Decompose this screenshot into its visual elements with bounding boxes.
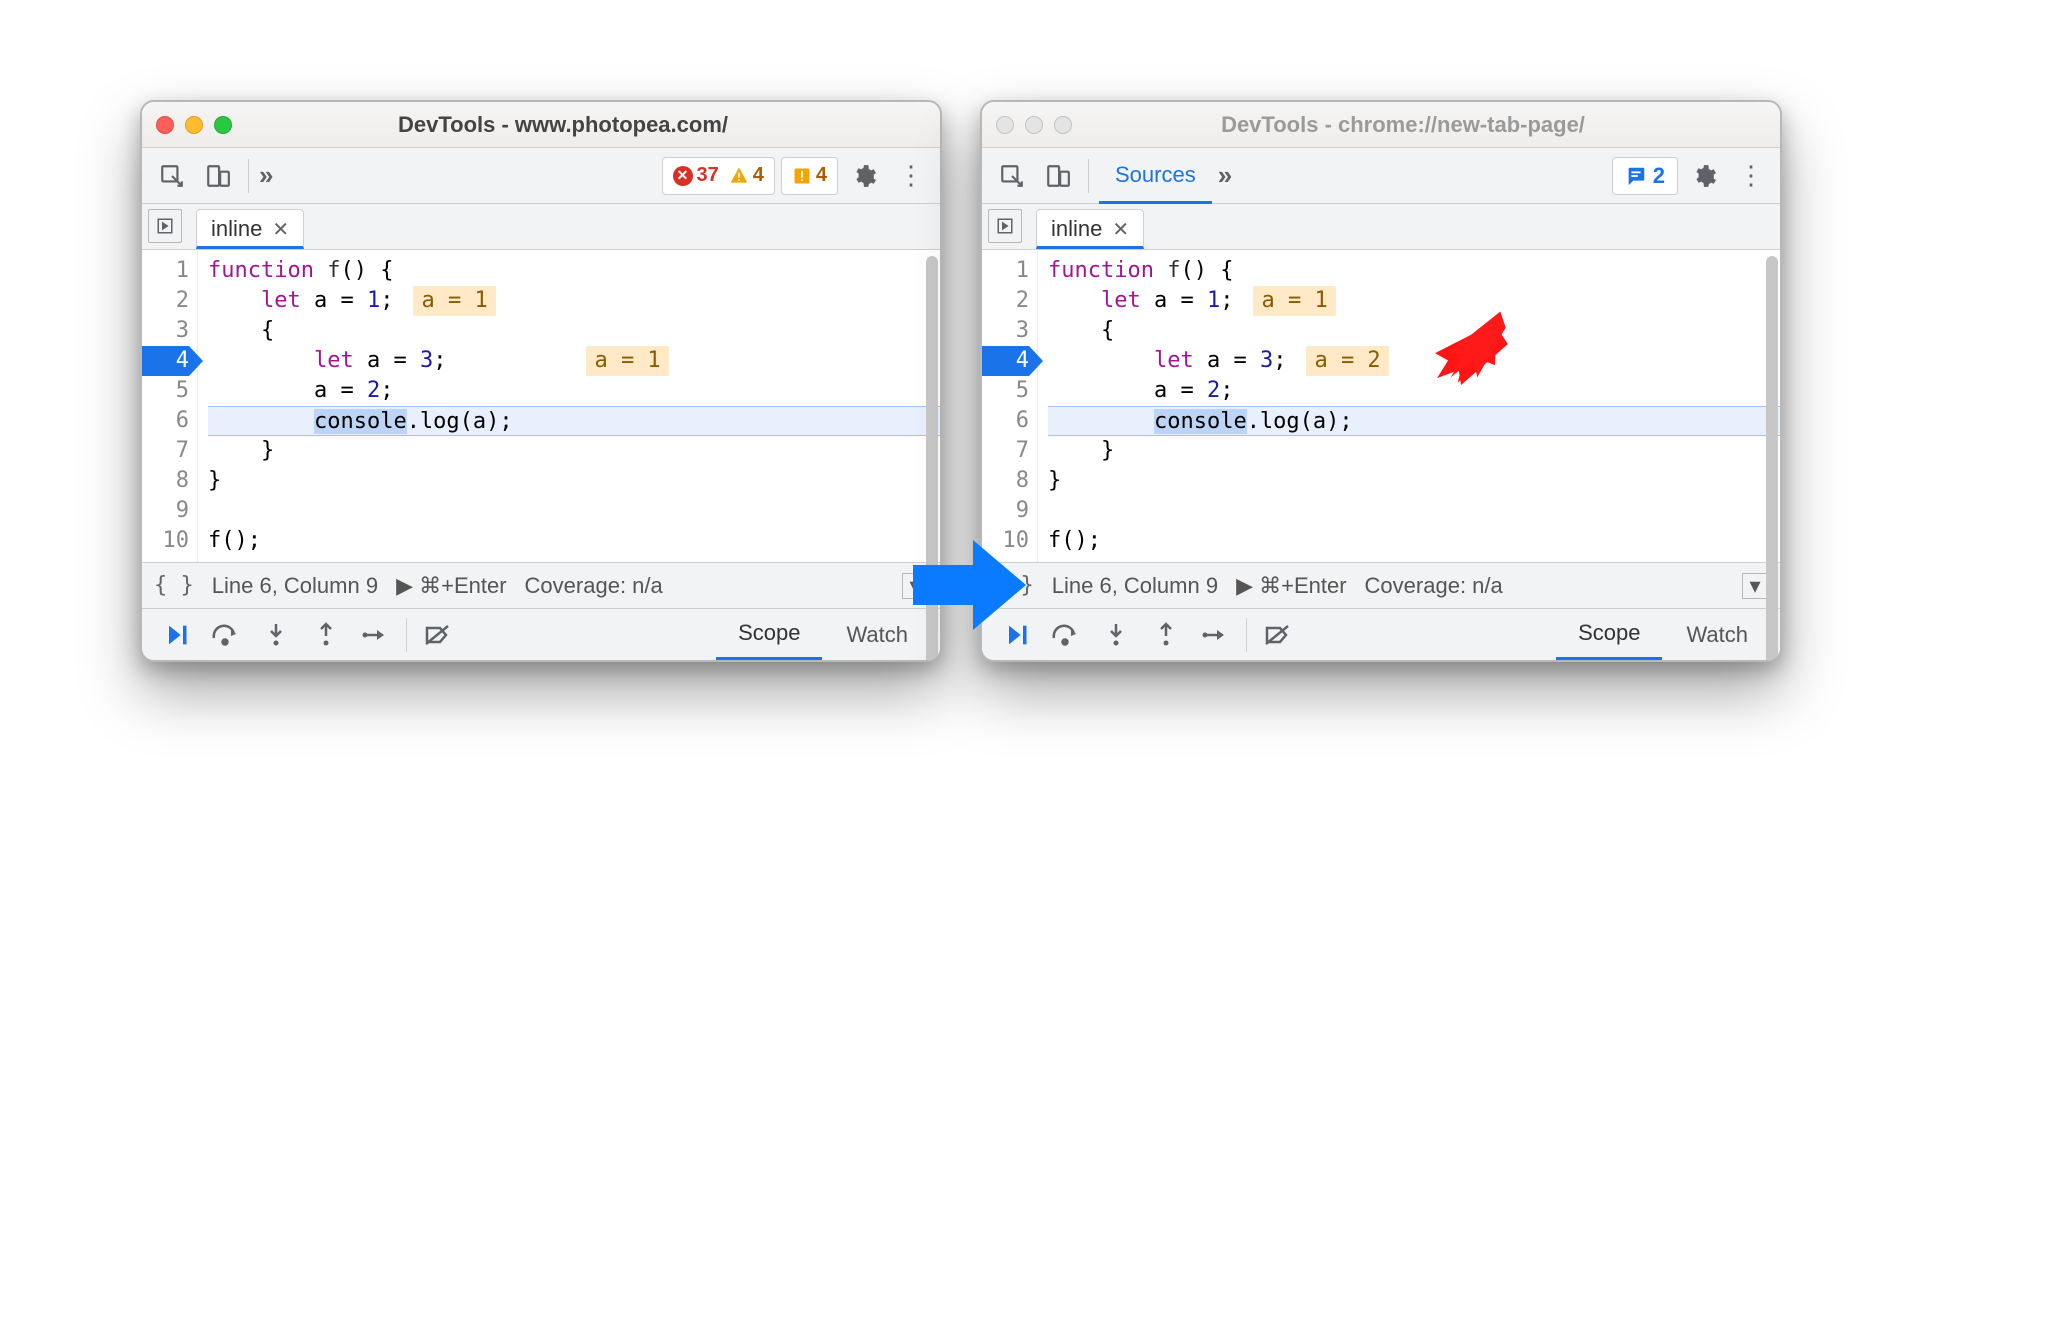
message-icon <box>1625 165 1647 187</box>
zoom-icon[interactable] <box>1054 116 1072 134</box>
code-editor[interactable]: 1 2 3 4 5 6 7 8 9 10 function f() { let … <box>982 250 1780 562</box>
step-over-icon[interactable] <box>202 615 250 655</box>
step-into-icon[interactable] <box>1092 615 1140 655</box>
close-icon[interactable] <box>996 116 1014 134</box>
execution-line-marker: 4 <box>142 346 189 376</box>
overflow-tabs-icon[interactable]: » <box>259 160 273 191</box>
file-tab-strip: inline ✕ <box>142 204 940 250</box>
main-toolbar: Sources » 2 ⋮ <box>982 148 1780 204</box>
step-icon[interactable] <box>1192 615 1240 655</box>
window-title: DevTools - www.photopea.com/ <box>260 112 926 138</box>
traffic-lights <box>156 116 232 134</box>
file-tab-label: inline <box>1051 216 1102 242</box>
inline-value-hint: a = 1 <box>586 346 668 376</box>
step-into-icon[interactable] <box>252 615 300 655</box>
close-icon[interactable] <box>156 116 174 134</box>
console-badge[interactable]: ✕37 4 <box>662 157 775 195</box>
overflow-tabs-icon[interactable]: » <box>1218 160 1232 191</box>
cursor-position: Line 6, Column 9 <box>212 573 378 599</box>
kebab-icon[interactable]: ⋮ <box>890 156 930 196</box>
coverage-status: Coverage: n/a <box>1365 573 1503 599</box>
window-title: DevTools - chrome://new-tab-page/ <box>1100 112 1766 138</box>
code-area[interactable]: function f() { let a = 1;a = 1 { let a =… <box>1038 250 1780 562</box>
code-area[interactable]: function f() { let a = 1;a = 1 { let a =… <box>198 250 940 562</box>
navigator-icon[interactable] <box>148 209 182 243</box>
tab-watch[interactable]: Watch <box>1664 609 1770 660</box>
status-bar: { } Line 6, Column 9 ▶ ⌘+Enter Coverage:… <box>982 562 1780 608</box>
file-tab-inline[interactable]: inline ✕ <box>1036 209 1144 249</box>
selection: console <box>314 409 407 434</box>
expand-icon[interactable]: ▾ <box>1742 573 1768 599</box>
minimize-icon[interactable] <box>185 116 203 134</box>
cursor-position: Line 6, Column 9 <box>1052 573 1218 599</box>
step-over-icon[interactable] <box>1042 615 1090 655</box>
traffic-lights <box>996 116 1072 134</box>
device-icon[interactable] <box>1038 156 1078 196</box>
status-bar: { } Line 6, Column 9 ▶ ⌘+Enter Coverage:… <box>142 562 940 608</box>
issues-badge[interactable]: 4 <box>781 157 838 195</box>
line-gutter: 1 2 3 4 5 6 7 8 9 10 <box>142 250 198 562</box>
zoom-icon[interactable] <box>214 116 232 134</box>
close-icon[interactable]: ✕ <box>272 217 289 242</box>
file-tab-label: inline <box>211 216 262 242</box>
error-icon: ✕ <box>673 166 693 186</box>
debugger-toolbar: Scope Watch <box>142 608 940 660</box>
gear-icon[interactable] <box>844 156 884 196</box>
annotation-arrow-icon <box>1418 308 1508 388</box>
tab-scope[interactable]: Scope <box>1556 609 1662 660</box>
inspect-icon[interactable] <box>992 156 1032 196</box>
inline-value-hint: a = 1 <box>1253 286 1335 316</box>
inline-value-hint: a = 1 <box>413 286 495 316</box>
gear-icon[interactable] <box>1684 156 1724 196</box>
coverage-status: Coverage: n/a <box>525 573 663 599</box>
titlebar[interactable]: DevTools - chrome://new-tab-page/ <box>982 102 1780 148</box>
close-icon[interactable]: ✕ <box>1112 217 1129 242</box>
main-toolbar: » ✕37 4 4 ⋮ <box>142 148 940 204</box>
minimize-icon[interactable] <box>1025 116 1043 134</box>
tab-scope[interactable]: Scope <box>716 609 822 660</box>
debugger-toolbar: Scope Watch <box>982 608 1780 660</box>
run-snippet-hint: ▶ ⌘+Enter <box>1236 573 1346 599</box>
devtools-window-after: DevTools - chrome://new-tab-page/ Source… <box>980 100 1782 662</box>
tab-sources[interactable]: Sources <box>1099 149 1212 204</box>
titlebar[interactable]: DevTools - www.photopea.com/ <box>142 102 940 148</box>
messages-badge[interactable]: 2 <box>1612 157 1678 195</box>
issue-icon <box>792 166 812 186</box>
execution-line-marker: 4 <box>982 346 1029 376</box>
scrollbar[interactable] <box>1766 256 1778 662</box>
deactivate-breakpoints-icon[interactable] <box>1253 615 1301 655</box>
pretty-print-icon[interactable]: { } <box>154 573 194 598</box>
paused-line: console.log(a); <box>1048 406 1780 436</box>
inline-value-hint: a = 2 <box>1306 346 1388 376</box>
kebab-icon[interactable]: ⋮ <box>1730 156 1770 196</box>
run-snippet-hint: ▶ ⌘+Enter <box>396 573 506 599</box>
step-out-icon[interactable] <box>1142 615 1190 655</box>
navigator-icon[interactable] <box>988 209 1022 243</box>
paused-line: console.log(a); <box>208 406 940 436</box>
step-out-icon[interactable] <box>302 615 350 655</box>
file-tab-strip: inline ✕ <box>982 204 1780 250</box>
resume-icon[interactable] <box>152 615 200 655</box>
deactivate-breakpoints-icon[interactable] <box>413 615 461 655</box>
selection: console <box>1154 409 1247 434</box>
inspect-icon[interactable] <box>152 156 192 196</box>
code-editor[interactable]: 1 2 3 4 5 6 7 8 9 10 function f() { let … <box>142 250 940 562</box>
line-gutter: 1 2 3 4 5 6 7 8 9 10 <box>982 250 1038 562</box>
step-icon[interactable] <box>352 615 400 655</box>
device-icon[interactable] <box>198 156 238 196</box>
file-tab-inline[interactable]: inline ✕ <box>196 209 304 249</box>
devtools-window-before: DevTools - www.photopea.com/ » ✕37 4 4 ⋮ <box>140 100 942 662</box>
warning-icon <box>729 166 749 186</box>
transition-arrow-icon <box>908 530 1028 640</box>
